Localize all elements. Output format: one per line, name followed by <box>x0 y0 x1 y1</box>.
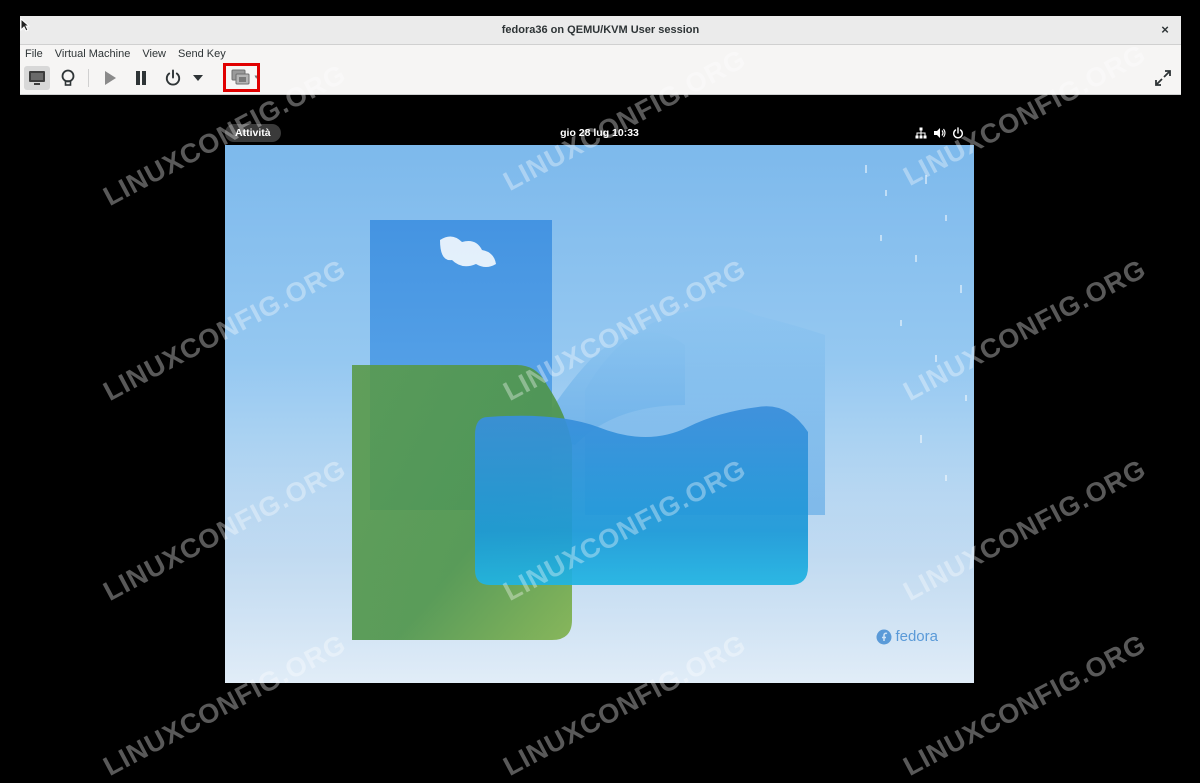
menu-virtual-machine[interactable]: Virtual Machine <box>49 48 137 60</box>
network-icon <box>915 127 927 139</box>
fullscreen-icon <box>1155 70 1171 86</box>
gnome-top-bar: Attività gio 28 lug 10:33 <box>225 120 974 146</box>
vm-viewer-window: fedora36 on QEMU/KVM User session × File… <box>20 16 1181 732</box>
fullscreen-button[interactable] <box>1150 66 1176 90</box>
details-lightbulb-icon <box>61 69 75 86</box>
menu-bar: File Virtual Machine View Send Key <box>20 45 1181 63</box>
highlight-box <box>223 63 260 92</box>
pause-icon <box>136 71 146 85</box>
run-icon <box>105 71 116 85</box>
pause-button[interactable] <box>128 66 154 90</box>
system-tray[interactable] <box>915 124 964 142</box>
toolbar: ▾ <box>20 63 1181 95</box>
guest-desktop-wallpaper[interactable]: fedora <box>225 145 974 683</box>
power-icon <box>165 69 181 86</box>
menu-view[interactable]: View <box>136 48 172 60</box>
power-icon <box>953 127 963 139</box>
power-dropdown-icon <box>193 75 203 81</box>
fedora-logo-icon <box>876 629 892 644</box>
fedora-logo: fedora <box>876 628 938 645</box>
toolbar-separator <box>88 69 89 87</box>
mouse-cursor-icon <box>20 18 30 32</box>
volume-icon <box>934 128 946 138</box>
power-button[interactable] <box>160 66 186 90</box>
details-button[interactable] <box>55 66 81 90</box>
title-bar: fedora36 on QEMU/KVM User session × <box>20 16 1181 45</box>
console-button[interactable] <box>24 66 50 90</box>
close-button[interactable]: × <box>1157 22 1173 38</box>
fedora-logo-text: fedora <box>895 628 938 645</box>
run-button[interactable] <box>97 66 123 90</box>
power-dropdown-button[interactable] <box>188 66 208 90</box>
menu-file[interactable]: File <box>20 48 49 60</box>
clock[interactable]: gio 28 lug 10:33 <box>225 124 974 142</box>
wallpaper-art <box>225 165 974 683</box>
console-icon <box>29 71 45 85</box>
vm-display[interactable]: Attività gio 28 lug 10:33 fedora <box>20 95 1181 732</box>
window-title: fedora36 on QEMU/KVM User session <box>501 24 700 36</box>
menu-send-key[interactable]: Send Key <box>172 48 232 60</box>
